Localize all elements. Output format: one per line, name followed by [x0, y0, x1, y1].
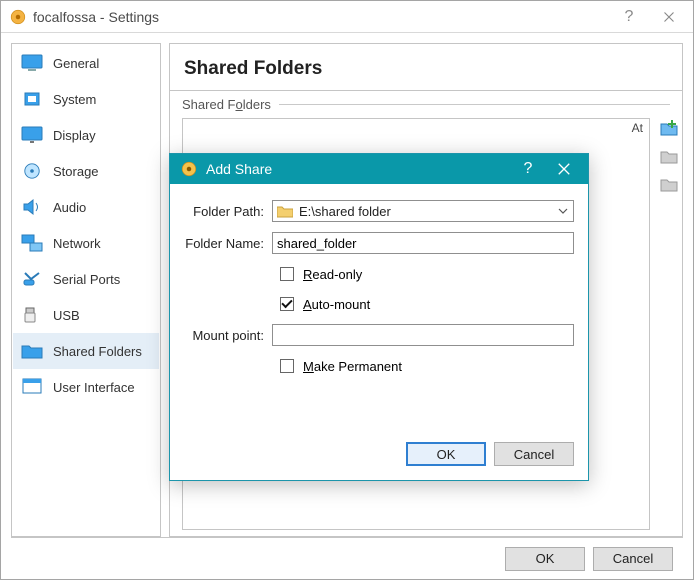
- gear-icon: [180, 160, 198, 178]
- network-icon: [21, 234, 43, 252]
- list-column-header: At: [632, 121, 643, 135]
- folder-path-label: Folder Path:: [184, 204, 264, 219]
- display-icon: [21, 126, 43, 144]
- monitor-icon: [21, 54, 43, 72]
- settings-cancel-button[interactable]: Cancel: [593, 547, 673, 571]
- sidebar-item-usb[interactable]: USB: [13, 297, 159, 333]
- sidebar-item-label: USB: [53, 308, 80, 323]
- titlebar: focalfossa - Settings ?: [1, 1, 693, 33]
- sidebar-item-general[interactable]: General: [13, 45, 159, 81]
- sidebar-item-label: System: [53, 92, 96, 107]
- shared-folders-group-label: Shared Folders: [170, 91, 682, 112]
- settings-window: focalfossa - Settings ? General System: [0, 0, 694, 580]
- add-share-dialog: Add Share ? Folder Path: E:\shared folde…: [169, 153, 589, 481]
- settings-ok-button[interactable]: OK: [505, 547, 585, 571]
- sidebar-item-storage[interactable]: Storage: [13, 153, 159, 189]
- dialog-close-button[interactable]: [546, 154, 582, 184]
- settings-button-row: OK Cancel: [11, 537, 683, 579]
- folder-icon: [21, 342, 43, 360]
- chevron-down-icon: [555, 208, 571, 214]
- sidebar-item-display[interactable]: Display: [13, 117, 159, 153]
- auto-mount-label: Auto-mount: [303, 297, 370, 312]
- dialog-title: Add Share: [206, 161, 510, 177]
- folder-name-input[interactable]: [272, 232, 574, 254]
- dialog-ok-button[interactable]: OK: [406, 442, 486, 466]
- folder-path-select[interactable]: E:\shared folder: [272, 200, 574, 222]
- folder-path-value: E:\shared folder: [299, 204, 549, 219]
- dialog-button-row: OK Cancel: [170, 432, 588, 480]
- sidebar-item-user-interface[interactable]: User Interface: [13, 369, 159, 405]
- window-title: focalfossa - Settings: [33, 9, 609, 25]
- sidebar-item-label: Display: [53, 128, 96, 143]
- dialog-cancel-button[interactable]: Cancel: [494, 442, 574, 466]
- sidebar-item-label: Storage: [53, 164, 99, 179]
- sidebar-item-shared-folders[interactable]: Shared Folders: [13, 333, 159, 369]
- edit-share-button[interactable]: [659, 146, 679, 166]
- sidebar-item-label: Network: [53, 236, 101, 251]
- window-body: General System Display Storage Audio: [1, 33, 693, 579]
- disk-icon: [21, 162, 43, 180]
- usb-icon: [21, 306, 43, 324]
- sidebar-item-serial-ports[interactable]: Serial Ports: [13, 261, 159, 297]
- read-only-label: Read-only: [303, 267, 362, 282]
- folder-icon: [277, 204, 293, 218]
- mount-point-label: Mount point:: [184, 328, 264, 343]
- sidebar-item-label: Shared Folders: [53, 344, 142, 359]
- sidebar-item-system[interactable]: System: [13, 81, 159, 117]
- sidebar-item-label: Audio: [53, 200, 86, 215]
- folder-name-label: Folder Name:: [184, 236, 264, 251]
- app-icon: [9, 8, 27, 26]
- help-button[interactable]: ?: [609, 1, 649, 33]
- mount-point-input[interactable]: [272, 324, 574, 346]
- dialog-titlebar: Add Share ?: [170, 154, 588, 184]
- sidebar-item-label: User Interface: [53, 380, 135, 395]
- sidebar: General System Display Storage Audio: [11, 43, 161, 537]
- serial-port-icon: [21, 270, 43, 288]
- add-share-button[interactable]: [659, 118, 679, 138]
- list-toolbar: [656, 112, 682, 536]
- remove-share-button[interactable]: [659, 174, 679, 194]
- make-permanent-checkbox[interactable]: [280, 359, 294, 373]
- dialog-help-button[interactable]: ?: [510, 154, 546, 184]
- sidebar-item-label: Serial Ports: [53, 272, 120, 287]
- chip-icon: [21, 90, 43, 108]
- speaker-icon: [21, 198, 43, 216]
- sidebar-item-audio[interactable]: Audio: [13, 189, 159, 225]
- auto-mount-checkbox[interactable]: [280, 297, 294, 311]
- make-permanent-label: Make Permanent: [303, 359, 402, 374]
- sidebar-item-label: General: [53, 56, 99, 71]
- page-title: Shared Folders: [170, 44, 682, 91]
- dialog-body: Folder Path: E:\shared folder: [170, 184, 588, 432]
- read-only-checkbox[interactable]: [280, 267, 294, 281]
- sidebar-item-network[interactable]: Network: [13, 225, 159, 261]
- ui-icon: [21, 378, 43, 396]
- close-button[interactable]: [649, 1, 689, 33]
